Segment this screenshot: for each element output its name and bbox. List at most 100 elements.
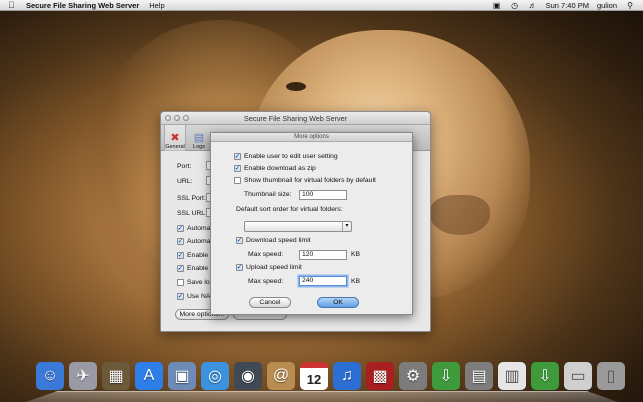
preview-icon: ▣ (174, 368, 190, 385)
upload-limit-label: Upload speed limit (246, 264, 302, 271)
url-label: URL: (177, 178, 193, 185)
enable-user-edit-label: Enable user to edit user setting (244, 153, 338, 160)
show-thumbnail-row[interactable]: Show thumbnail for virtual folders by de… (234, 177, 376, 184)
upload-limit-checkbox[interactable]: ✓ (236, 264, 243, 271)
dock-safari-icon[interactable]: ◎ (201, 362, 229, 390)
launchpad-icon: ✈ (76, 368, 90, 385)
menu-bar:  Secure File Sharing Web Server Help ▣ … (0, 0, 643, 11)
spotlight-search-icon[interactable]: ⚲ (625, 1, 635, 10)
upload-max-input[interactable]: 240 (299, 276, 347, 286)
download-limit-checkbox[interactable]: ✓ (236, 237, 243, 244)
tab-general-label: General (165, 144, 185, 150)
wallpaper-lion-nose (430, 195, 490, 235)
dock-trash-icon[interactable]: ▯ (597, 362, 625, 390)
cancel-button[interactable]: Cancel (249, 297, 291, 308)
checkbox[interactable] (177, 279, 184, 286)
checkbox[interactable]: ✓ (177, 238, 184, 245)
dock-launchpad-icon[interactable]: ✈ (69, 362, 97, 390)
download-limit-row[interactable]: ✓ Download speed limit (236, 237, 311, 244)
help-menu[interactable]: Help (149, 1, 164, 10)
window-title: Secure File Sharing Web Server (244, 114, 347, 123)
download-max-label: Max speed: (248, 251, 284, 258)
clock[interactable]: Sun 7:40 PM (546, 1, 589, 10)
apple-menu-icon[interactable]:  (8, 0, 20, 11)
dock-file-sharing-app-icon[interactable]: ⇩ (432, 362, 460, 390)
upload-limit-row[interactable]: ✓ Upload speed limit (236, 264, 302, 271)
dock-system-preferences-icon[interactable]: ⚙ (399, 362, 427, 390)
checkbox[interactable]: ✓ (177, 293, 184, 300)
dock-network-icon[interactable]: ▭ (564, 362, 592, 390)
mission-control-icon: ▦ (108, 368, 124, 385)
window-controls (165, 115, 189, 121)
display-icon[interactable]: ▣ (492, 1, 502, 10)
chevron-down-icon: ▾ (342, 222, 351, 231)
sort-order-label: Default sort order for virtual folders: (236, 206, 343, 213)
tab-general[interactable]: ✖ General (164, 125, 186, 151)
volume-icon[interactable]: ♬ (528, 1, 538, 10)
network-icon: ▭ (570, 368, 586, 385)
photo-booth-icon: ▩ (372, 368, 388, 385)
minimize-button[interactable] (174, 115, 180, 121)
dock-itunes-icon[interactable]: ♫ (333, 362, 361, 390)
checkbox[interactable]: ✓ (177, 252, 184, 259)
checkbox-label: Automa (187, 225, 211, 232)
dock-photo-booth-icon[interactable]: ▩ (366, 362, 394, 390)
option-checkbox-1[interactable]: ✓ Automa (177, 225, 210, 232)
dock-downloads-stack-icon[interactable]: ▤ (465, 362, 493, 390)
use-nat-checkbox[interactable]: ✓ Use NAT (177, 293, 214, 300)
safari-icon: ◎ (208, 368, 222, 385)
contacts-icon: @ (272, 367, 290, 384)
sheet-title: More options (211, 133, 412, 142)
checkbox-label: Enable (187, 265, 209, 272)
time-machine-icon[interactable]: ◷ (510, 1, 520, 10)
thumbnail-size-input[interactable]: 100 (299, 190, 347, 200)
upload-max-unit: KB (351, 278, 361, 285)
file-sharing-app-icon: ⇩ (538, 368, 552, 385)
save-log-checkbox[interactable]: Save log (177, 279, 213, 286)
documents-stack-icon: ▥ (504, 368, 520, 385)
close-button[interactable] (165, 115, 171, 121)
app-menu[interactable]: Secure File Sharing Web Server (26, 1, 139, 10)
tab-logs-label: Logs (193, 144, 205, 150)
finder-icon: ☺ (41, 367, 59, 384)
show-thumbnail-checkbox[interactable] (234, 177, 241, 184)
enable-download-zip-label: Enable download as zip (244, 165, 316, 172)
ok-button[interactable]: OK (317, 297, 359, 308)
dock-calendar-icon[interactable]: 12 (300, 362, 328, 390)
system-preferences-icon: ⚙ (405, 368, 421, 385)
option-checkbox-4[interactable]: ✓ Enable (177, 265, 208, 272)
calendar-day: 12 (306, 371, 322, 387)
window-titlebar[interactable]: Secure File Sharing Web Server (161, 112, 430, 125)
dock-mission-control-icon[interactable]: ▦ (102, 362, 130, 390)
checkbox-label: Enable (187, 252, 209, 259)
tools-icon: ✖ (170, 132, 180, 144)
enable-download-zip-row[interactable]: ✓ Enable download as zip (234, 165, 316, 172)
checkbox[interactable]: ✓ (177, 225, 184, 232)
enable-download-zip-checkbox[interactable]: ✓ (234, 165, 241, 172)
dock-facetime-icon[interactable]: ◉ (234, 362, 262, 390)
dock-file-sharing-app-icon[interactable]: ⇩ (531, 362, 559, 390)
dock-preview-icon[interactable]: ▣ (168, 362, 196, 390)
dock-finder-icon[interactable]: ☺ (36, 362, 64, 390)
checkbox-label: Automa (187, 238, 211, 245)
download-limit-label: Download speed limit (246, 237, 311, 244)
enable-user-edit-row[interactable]: ✓ Enable user to edit user setting (234, 153, 338, 160)
option-checkbox-2[interactable]: ✓ Automa (177, 238, 210, 245)
dock-documents-stack-icon[interactable]: ▥ (498, 362, 526, 390)
dock-app-store-icon[interactable]: A (135, 362, 163, 390)
user-menu[interactable]: gulion (597, 1, 617, 10)
download-max-input[interactable]: 120 (299, 250, 347, 260)
option-checkbox-3[interactable]: ✓ Enable (177, 252, 208, 259)
upload-max-label: Max speed: (248, 278, 284, 285)
thumbnail-size-label: Thumbnail size: (244, 191, 292, 198)
facetime-icon: ◉ (241, 368, 255, 385)
checkbox[interactable]: ✓ (177, 265, 184, 272)
enable-user-edit-checkbox[interactable]: ✓ (234, 153, 241, 160)
zoom-button[interactable] (183, 115, 189, 121)
dock-contacts-icon[interactable]: @ (267, 362, 295, 390)
tab-logs[interactable]: ▤ Logs (188, 125, 210, 151)
downloads-stack-icon: ▤ (471, 368, 487, 385)
show-thumbnail-label: Show thumbnail for virtual folders by de… (244, 177, 376, 184)
trash-icon: ▯ (606, 368, 616, 385)
sort-order-select[interactable]: ▾ (244, 221, 352, 232)
